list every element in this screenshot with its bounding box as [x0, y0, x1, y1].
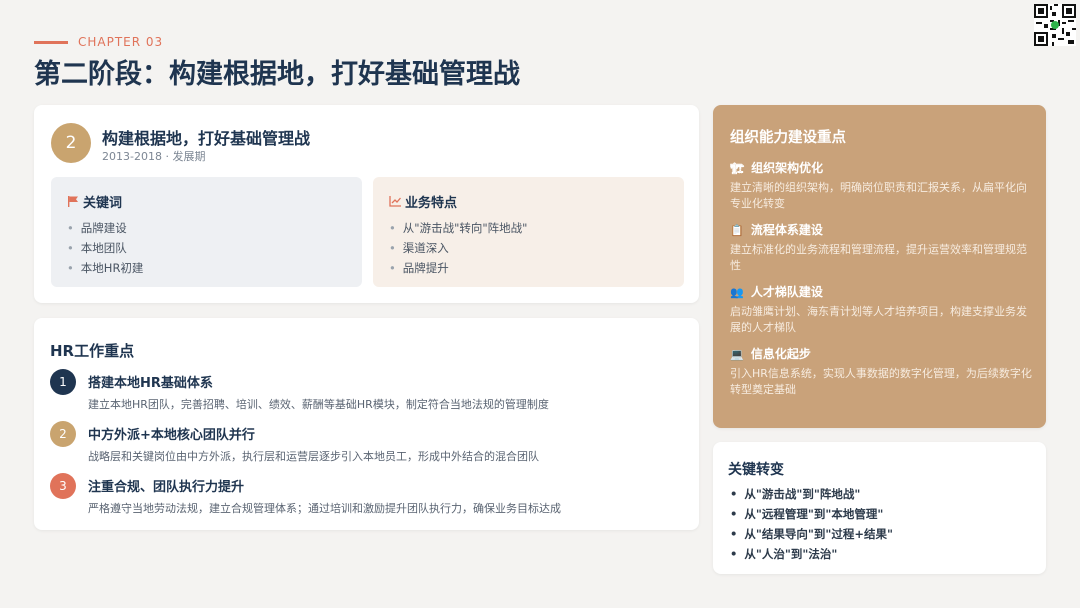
- team-icon: 👥: [730, 286, 744, 299]
- feature-item: 渠道深入: [389, 238, 527, 258]
- key-transformation-list: 从"游击战"到"阵地战" 从"远程管理"到"本地管理" 从"结果导向"到"过程+…: [730, 484, 893, 564]
- hr-focus-item: 1 搭建本地HR基础体系 建立本地HR团队，完善招聘、培训、绩效、薪酬等基础HR…: [50, 369, 680, 415]
- org-item: 🏗 组织架构优化 建立清晰的组织架构，明确岗位职责和汇报关系，从扁平化向专业化转…: [730, 159, 1032, 212]
- org-item: 💻 信息化起步 引入HR信息系统，实现人事数据的数字化管理，为后续数字化转型奠定…: [730, 345, 1032, 398]
- hr-item-desc: 战略层和关键岗位由中方外派，执行层和运营层逐步引入本地员工，形成中外结合的混合团…: [88, 450, 539, 463]
- org-item-desc: 引入HR信息系统，实现人事数据的数字化管理，为后续数字化转型奠定基础: [730, 367, 1032, 396]
- org-item-title: 组织架构优化: [751, 161, 824, 175]
- hr-focus-item: 3 注重合规、团队执行力提升 严格遵守当地劳动法规，建立合规管理体系；通过培训和…: [50, 473, 680, 519]
- key-transformation-title: 关键转变: [728, 462, 784, 478]
- org-structure-icon: 🏗: [730, 162, 744, 175]
- keywords-heading: 关键词: [67, 192, 122, 211]
- chapter-accent-bar: [34, 41, 68, 44]
- org-item-heading: 👥 人才梯队建设: [730, 283, 1032, 301]
- stage-card: 2 构建根据地，打好基础管理战 2013-2018 · 发展期 关键词 品牌建设…: [34, 105, 699, 303]
- hr-focus-card: HR工作重点 1 搭建本地HR基础体系 建立本地HR团队，完善招聘、培训、绩效、…: [34, 318, 699, 530]
- hr-item-title: 中方外派+本地核心团队并行: [88, 428, 255, 443]
- hr-item-title: 注重合规、团队执行力提升: [88, 480, 245, 495]
- hr-item-number: 1: [50, 369, 76, 395]
- keywords-box: 关键词 品牌建设 本地团队 本地HR初建: [51, 177, 362, 287]
- stage-number-badge: 2: [51, 123, 91, 163]
- org-item: 👥 人才梯队建设 启动雏鹰计划、海东青计划等人才培养项目，构建支撑业务发展的人才…: [730, 283, 1032, 336]
- key-transformation-item: 从"人治"到"法治": [730, 544, 893, 564]
- org-item-title: 信息化起步: [750, 347, 811, 361]
- features-title: 业务特点: [405, 196, 458, 211]
- key-transformation-card: 关键转变 从"游击战"到"阵地战" 从"远程管理"到"本地管理" 从"结果导向"…: [713, 442, 1046, 574]
- chart-line-icon: [389, 195, 403, 210]
- hr-focus-item: 2 中方外派+本地核心团队并行 战略层和关键岗位由中方外派，执行层和运营层逐步引…: [50, 421, 680, 467]
- business-features-box: 业务特点 从"游击战"转向"阵地战" 渠道深入 品牌提升: [373, 177, 684, 287]
- page-title: 第二阶段：构建根据地，打好基础管理战: [34, 59, 520, 90]
- org-item: 📋 流程体系建设 建立标准化的业务流程和管理流程，提升运营效率和管理规范性: [730, 221, 1032, 274]
- laptop-icon: 💻: [730, 348, 744, 361]
- keywords-list: 品牌建设 本地团队 本地HR初建: [67, 218, 144, 278]
- org-item-title: 人才梯队建设: [750, 285, 823, 299]
- org-item-title: 流程体系建设: [750, 223, 823, 237]
- org-capability-title: 组织能力建设重点: [730, 130, 846, 146]
- org-item-desc: 建立清晰的组织架构，明确岗位职责和汇报关系，从扁平化向专业化转变: [730, 181, 1027, 210]
- keyword-item: 本地HR初建: [67, 258, 144, 278]
- org-item-desc: 启动雏鹰计划、海东青计划等人才培养项目，构建支撑业务发展的人才梯队: [730, 305, 1027, 334]
- feature-item: 从"游击战"转向"阵地战": [389, 218, 528, 238]
- hr-focus-title: HR工作重点: [50, 342, 135, 360]
- org-item-desc: 建立标准化的业务流程和管理流程，提升运营效率和管理规范性: [730, 243, 1027, 272]
- org-capability-card: 组织能力建设重点 🏗 组织架构优化 建立清晰的组织架构，明确岗位职责和汇报关系，…: [713, 105, 1046, 428]
- org-item-heading: 📋 流程体系建设: [730, 221, 1032, 239]
- hr-item-number: 3: [50, 473, 76, 499]
- stage-period: 2013-2018 · 发展期: [102, 150, 206, 163]
- org-item-heading: 💻 信息化起步: [730, 345, 1032, 363]
- keyword-item: 本地团队: [67, 238, 143, 258]
- keyword-item: 品牌建设: [67, 218, 143, 238]
- hr-item-number: 2: [50, 421, 76, 447]
- qr-code-icon: [1034, 4, 1076, 46]
- feature-item: 品牌提升: [389, 258, 527, 278]
- key-transformation-item: 从"游击战"到"阵地战": [730, 484, 893, 504]
- key-transformation-item: 从"结果导向"到"过程+结果": [730, 524, 893, 544]
- chapter-label: CHAPTER 03: [78, 35, 164, 49]
- hr-item-desc: 建立本地HR团队，完善招聘、培训、绩效、薪酬等基础HR模块，制定符合当地法规的管…: [88, 398, 549, 411]
- hr-item-desc: 严格遵守当地劳动法规，建立合规管理体系；通过培训和激励提升团队执行力，确保业务目…: [88, 502, 561, 515]
- key-transformation-item: 从"远程管理"到"本地管理": [730, 504, 893, 524]
- stage-title: 构建根据地，打好基础管理战: [102, 129, 311, 148]
- flag-icon: [67, 195, 81, 210]
- features-list: 从"游击战"转向"阵地战" 渠道深入 品牌提升: [389, 218, 528, 278]
- hr-item-title: 搭建本地HR基础体系: [88, 376, 213, 391]
- org-item-heading: 🏗 组织架构优化: [730, 159, 1032, 177]
- clipboard-icon: 📋: [730, 224, 744, 237]
- features-heading: 业务特点: [389, 192, 457, 211]
- keywords-title: 关键词: [83, 196, 123, 211]
